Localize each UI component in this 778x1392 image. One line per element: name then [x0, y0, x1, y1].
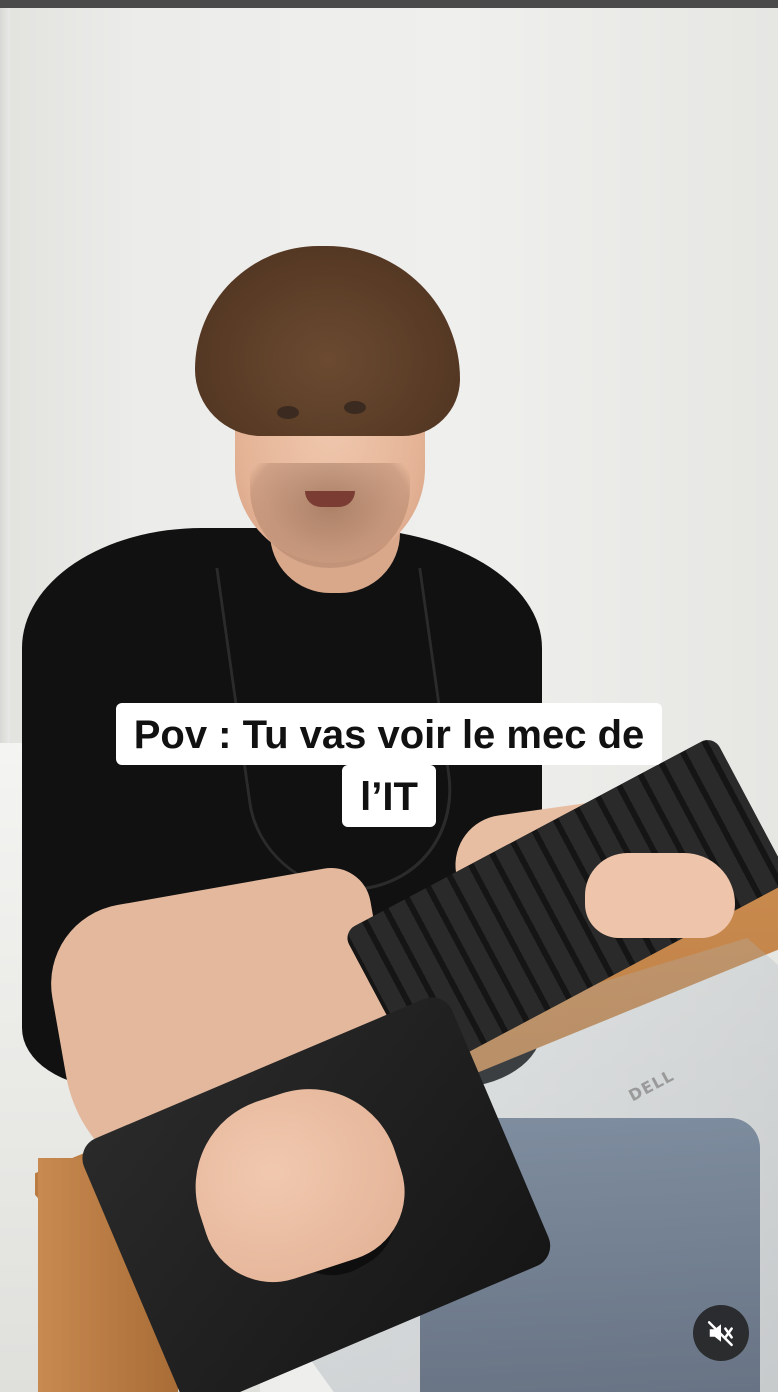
person-eye-left: [277, 406, 299, 419]
wall-corner: [0, 8, 10, 748]
caption-line-2: l’IT: [342, 765, 436, 827]
top-bar: [0, 0, 778, 8]
speaker-muted-icon: [707, 1321, 733, 1347]
caption-line-1: Pov : Tu vas voir le mec de: [115, 703, 663, 765]
video-caption: Pov : Tu vas voir le mec de l’IT: [0, 703, 778, 827]
person-hand-right: [585, 853, 735, 938]
video-frame-scene: DELL: [0, 8, 778, 1392]
mute-toggle-button[interactable]: [693, 1305, 749, 1361]
person-eye-right: [344, 401, 366, 414]
video-player[interactable]: DELL Pov : Tu vas voir le mec de l’IT: [0, 0, 778, 1392]
